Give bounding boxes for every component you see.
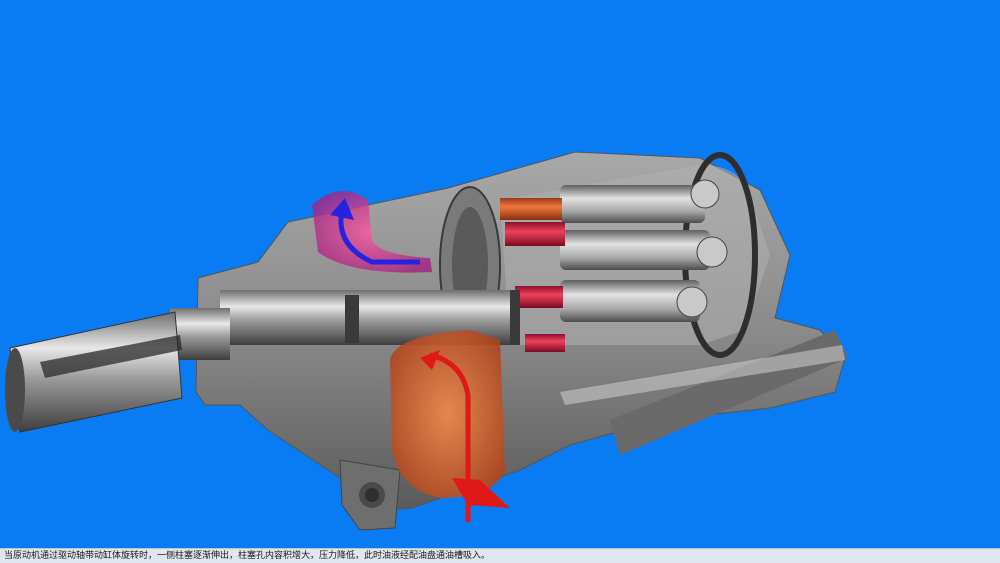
caption-text: 当原动机通过驱动轴带动缸体旋转时，一侧柱塞逐渐伸出，柱塞孔内容积增大，压力降低，… [4, 551, 491, 561]
status-caption-bar: 当原动机通过驱动轴带动缸体旋转时，一侧柱塞逐渐伸出，柱塞孔内容积增大，压力降低，… [0, 548, 1000, 563]
pump-cutaway-illustration [5, 151, 848, 531]
